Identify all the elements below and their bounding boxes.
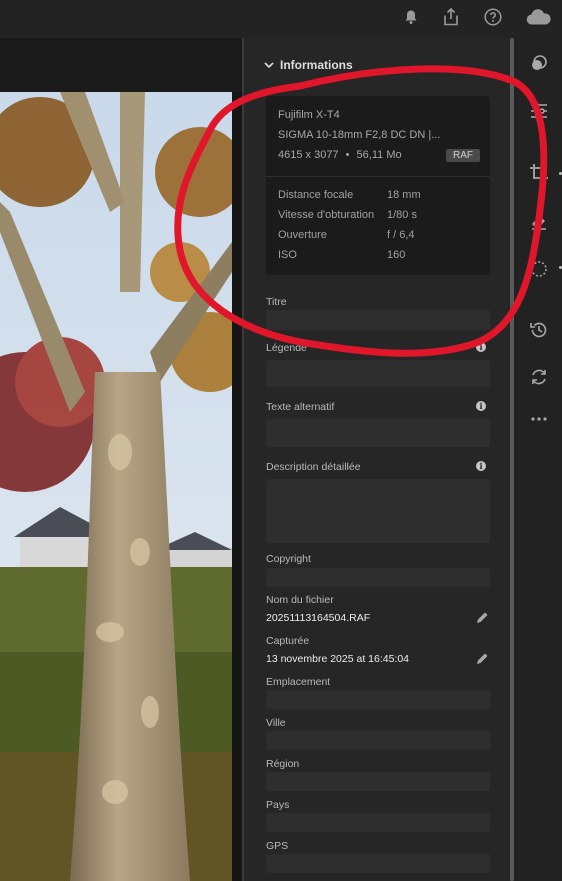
bell-icon[interactable] bbox=[398, 4, 424, 30]
mask-icon[interactable] bbox=[526, 256, 552, 282]
title-field[interactable] bbox=[266, 310, 490, 330]
exif-label: Vitesse d'obturation bbox=[278, 209, 375, 221]
lens-model: SIGMA 10-18mm F2,8 DC DN |... bbox=[278, 129, 441, 141]
section-title: Informations bbox=[280, 58, 353, 72]
info-icon[interactable]: i bbox=[476, 342, 486, 352]
separator-dot: • bbox=[345, 149, 350, 161]
section-header[interactable]: Informations bbox=[264, 58, 353, 72]
more-icon[interactable] bbox=[526, 406, 552, 432]
location-field[interactable] bbox=[266, 690, 490, 709]
country-field[interactable] bbox=[266, 813, 490, 832]
chevron-down-icon bbox=[264, 62, 274, 69]
exif-value: 160 bbox=[387, 249, 406, 261]
photo-image[interactable] bbox=[0, 92, 232, 881]
info-icon[interactable]: i bbox=[476, 401, 486, 411]
alt-text-field[interactable] bbox=[266, 419, 490, 447]
pencil-icon[interactable] bbox=[475, 652, 489, 666]
region-field[interactable] bbox=[266, 772, 490, 791]
right-toolstrip bbox=[514, 38, 562, 881]
city-field[interactable] bbox=[266, 731, 490, 750]
cloud-icon[interactable] bbox=[524, 4, 554, 30]
file-size: 56,11 Mo bbox=[356, 149, 402, 161]
versions-icon[interactable] bbox=[526, 364, 552, 390]
caption-label: Légende bbox=[266, 342, 307, 354]
exif-value: 18 mm bbox=[387, 189, 421, 201]
captured-label: Capturée bbox=[266, 635, 310, 647]
title-label: Titre bbox=[266, 296, 287, 308]
photo-viewer[interactable] bbox=[0, 38, 244, 881]
exif-value: 1/80 s bbox=[387, 209, 417, 221]
share-icon[interactable] bbox=[438, 4, 464, 30]
region-label: Région bbox=[266, 758, 300, 770]
photo-toolbar bbox=[0, 38, 244, 92]
pencil-icon[interactable] bbox=[475, 611, 489, 625]
filename-label: Nom du fichier bbox=[266, 594, 334, 606]
city-label: Ville bbox=[266, 717, 286, 729]
card-divider bbox=[266, 176, 490, 177]
format-badge: RAF bbox=[446, 149, 480, 162]
caption-field[interactable] bbox=[266, 360, 490, 387]
metadata-card: Fujifilm X-T4 SIGMA 10-18mm F2,8 DC DN |… bbox=[266, 96, 490, 275]
copyright-label: Copyright bbox=[266, 553, 311, 565]
gps-label: GPS bbox=[266, 840, 289, 852]
exif-value: f / 6,4 bbox=[387, 229, 415, 241]
crop-icon[interactable] bbox=[526, 160, 552, 186]
adjustments-icon[interactable] bbox=[526, 98, 552, 124]
exif-label: Distance focale bbox=[278, 189, 354, 201]
edit-icon[interactable] bbox=[526, 50, 552, 76]
copyright-field[interactable] bbox=[266, 568, 490, 587]
exif-label: ISO bbox=[278, 249, 297, 261]
help-icon[interactable] bbox=[480, 4, 506, 30]
gps-field[interactable] bbox=[266, 854, 490, 873]
alt-text-label: Texte alternatif bbox=[266, 401, 335, 413]
image-dimensions: 4615 x 3077 bbox=[278, 149, 339, 161]
info-icon[interactable]: i bbox=[476, 461, 486, 471]
description-label: Description détaillée bbox=[266, 461, 361, 473]
history-icon[interactable] bbox=[526, 317, 552, 343]
location-label: Emplacement bbox=[266, 676, 331, 688]
exif-label: Ouverture bbox=[278, 229, 327, 241]
top-bar bbox=[0, 0, 562, 38]
filename-value: 20251113164504.RAF bbox=[266, 612, 371, 624]
eraser-icon[interactable] bbox=[526, 208, 552, 234]
camera-model: Fujifilm X-T4 bbox=[278, 109, 340, 121]
country-label: Pays bbox=[266, 799, 290, 811]
image-dimensions-line: 4615 x 3077 • 56,11 Mo bbox=[278, 149, 402, 161]
description-field[interactable] bbox=[266, 479, 490, 543]
captured-value: 13 novembre 2025 at 16:45:04 bbox=[266, 653, 410, 665]
